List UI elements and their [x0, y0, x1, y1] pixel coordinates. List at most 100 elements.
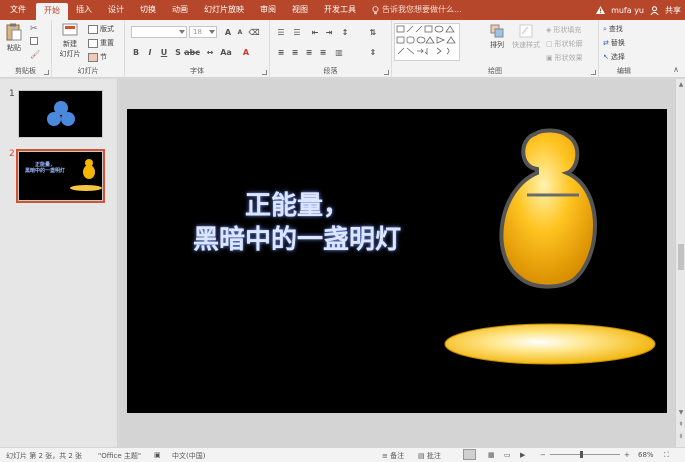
warning-icon[interactable] [596, 6, 606, 14]
paragraph-launcher[interactable] [384, 70, 389, 75]
normal-view-icon[interactable] [463, 449, 476, 460]
ribbon: 粘贴 ✂ 🖌 剪贴板 新建 幻灯片 版式 重置 节 幻灯片 18 A A ⌫ B… [0, 20, 685, 78]
select-button[interactable]: ↖ 选择 [603, 52, 625, 62]
font-color-icon[interactable]: A [241, 47, 251, 57]
shadow-icon[interactable]: S [173, 47, 183, 57]
shape-effects-button[interactable]: ▣ 形状效果 [546, 53, 583, 63]
drawing-group-label: 绘图 [488, 67, 502, 75]
shrink-font-icon[interactable]: A [235, 27, 245, 37]
tab-home[interactable]: 开始 [36, 3, 68, 20]
change-case-icon[interactable]: Aa [220, 47, 232, 57]
align-text-icon[interactable]: ⇕ [368, 47, 378, 57]
font-name-combo[interactable] [131, 26, 187, 38]
slide-thumbnail-1[interactable] [18, 90, 103, 138]
font-launcher[interactable] [262, 70, 267, 75]
theme-name: "Office 主题" [98, 452, 142, 460]
scroll-thumb[interactable] [678, 244, 684, 270]
find-button[interactable]: ⌕ 查找 [603, 24, 623, 34]
arrange-button[interactable]: 排列 [486, 24, 508, 50]
numbering-icon[interactable]: ☰ [292, 27, 302, 37]
slides-group-label: 幻灯片 [77, 67, 99, 75]
line-spacing-icon[interactable]: ↕ [340, 27, 350, 37]
person-icon [650, 5, 659, 15]
shape-effects-icon: ▣ [546, 54, 553, 62]
tab-file[interactable]: 文件 [0, 0, 36, 20]
three-circles-graphic [32, 97, 88, 133]
font-size-combo[interactable]: 18 [189, 26, 217, 38]
shapes-gallery[interactable] [394, 23, 460, 61]
align-left-icon[interactable]: ≡ [276, 47, 286, 57]
grow-font-icon[interactable]: A [223, 27, 233, 37]
tab-animations[interactable]: 动画 [164, 0, 196, 20]
bold-icon[interactable]: B [131, 47, 141, 57]
increase-indent-icon[interactable]: ⇥ [324, 27, 334, 37]
notes-button[interactable]: ≡ 备注 [382, 451, 404, 461]
user-name[interactable]: mufa yu [611, 6, 644, 15]
justify-icon[interactable]: ≡ [318, 47, 328, 57]
reset-icon [88, 38, 98, 48]
shape-fill-button[interactable]: ◈ 形状填充 [546, 25, 581, 35]
comments-button[interactable]: ▤ 批注 [418, 451, 441, 461]
tab-slideshow[interactable]: 幻灯片放映 [196, 0, 252, 20]
copy-icon[interactable] [30, 37, 38, 47]
strikethrough-icon[interactable]: abc [184, 47, 200, 57]
columns-icon[interactable]: ▥ [334, 47, 344, 57]
tab-view[interactable]: 视图 [284, 0, 316, 20]
format-painter-icon[interactable]: 🖌 [30, 50, 40, 59]
drawing-launcher[interactable] [591, 70, 596, 75]
bullets-icon[interactable]: ☰ [276, 27, 286, 37]
light-bulb-graphic[interactable] [127, 109, 667, 413]
shape-outline-button[interactable]: ▢ 形状轮廓 [546, 39, 583, 49]
language-label[interactable]: 中文(中国) [172, 451, 205, 461]
replace-button[interactable]: ⇄ 替换 [603, 38, 625, 48]
current-slide[interactable]: 正能量， 黑暗中的一盏明灯 [127, 109, 667, 413]
underline-icon[interactable]: U [159, 47, 169, 57]
align-center-icon[interactable]: ≡ [290, 47, 300, 57]
slideshow-view-icon[interactable]: ▶ [520, 451, 525, 459]
decrease-indent-icon[interactable]: ⇤ [310, 27, 320, 37]
zoom-slider-thumb[interactable] [580, 451, 583, 458]
vertical-scrollbar[interactable]: ▲ ▼ ⇞ ⇟ [675, 79, 685, 447]
tell-me-text: 告诉我您想要做什么... [382, 5, 462, 14]
layout-button[interactable]: 版式 [88, 24, 114, 34]
fit-slide-icon[interactable]: ⛶ [664, 451, 669, 460]
share-button[interactable]: 共享 [665, 5, 681, 16]
tell-me-search[interactable]: 告诉我您想要做什么... [372, 0, 462, 20]
layout-icon [88, 24, 98, 34]
section-button[interactable]: 节 [88, 52, 107, 62]
quick-styles-button[interactable]: 快速样式 [509, 24, 543, 50]
paste-label: 粘贴 [7, 44, 21, 52]
previous-slide-icon[interactable]: ⇞ [678, 421, 684, 428]
collapse-ribbon-icon[interactable]: ∧ [673, 65, 679, 74]
tab-developer[interactable]: 开发工具 [316, 0, 364, 20]
italic-icon[interactable]: I [145, 47, 155, 57]
text-direction-icon[interactable]: ⇅ [368, 27, 378, 37]
new-slide-label-2: 幻灯片 [59, 50, 81, 58]
align-right-icon[interactable]: ≡ [304, 47, 314, 57]
tab-design[interactable]: 设计 [100, 0, 132, 20]
scroll-up-icon[interactable]: ▲ [678, 81, 684, 88]
cut-icon[interactable]: ✂ [30, 24, 38, 34]
next-slide-icon[interactable]: ⇟ [678, 433, 684, 440]
tab-review[interactable]: 审阅 [252, 0, 284, 20]
tab-transitions[interactable]: 切换 [132, 0, 164, 20]
zoom-level[interactable]: 68% [638, 451, 654, 459]
spacing-icon[interactable]: ↔ [205, 47, 215, 57]
shape-fill-label: 形状填充 [553, 26, 582, 34]
scroll-down-icon[interactable]: ▼ [678, 409, 684, 416]
reset-button[interactable]: 重置 [88, 38, 114, 48]
zoom-slider[interactable] [550, 451, 620, 458]
shape-effects-label: 形状效果 [554, 54, 583, 62]
clear-format-icon[interactable]: ⌫ [248, 27, 259, 37]
new-slide-button[interactable]: 新建 幻灯片 [56, 23, 84, 59]
paste-button[interactable]: 粘贴 [4, 23, 24, 53]
tab-insert[interactable]: 插入 [68, 0, 100, 20]
reading-view-icon[interactable]: ▭ [504, 451, 511, 459]
slide-sorter-icon[interactable]: ▦ [488, 451, 495, 459]
zoom-in-icon[interactable]: + [624, 451, 630, 459]
slide-thumbnail-2[interactable]: 正能量， 黑暗中的一盏明灯 [16, 149, 105, 203]
clipboard-launcher[interactable] [44, 70, 49, 75]
paste-icon [6, 23, 22, 41]
zoom-out-icon[interactable]: − [540, 451, 546, 459]
proofing-icon[interactable]: ▣ [154, 451, 161, 459]
